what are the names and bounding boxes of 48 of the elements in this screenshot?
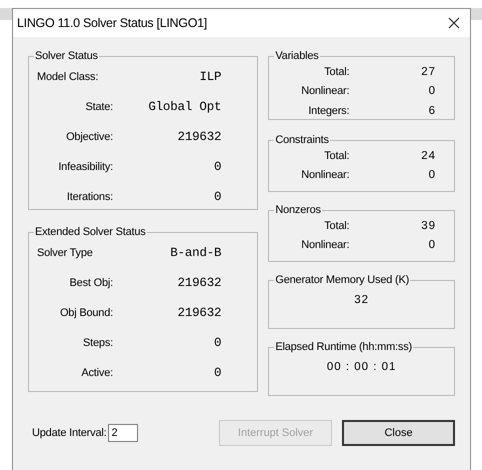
field-label: Nonlinear: bbox=[300, 169, 350, 182]
field-label: Infeasibility: bbox=[57, 161, 113, 173]
group-title: Elapsed Runtime (hh:mm:ss) bbox=[274, 341, 413, 353]
group-title: Nonzeros bbox=[274, 204, 322, 216]
field-value: 0 bbox=[428, 169, 436, 182]
field-label: Total: bbox=[323, 150, 350, 162]
field-value: 219632 bbox=[176, 130, 222, 144]
field-label: Steps: bbox=[82, 337, 113, 349]
field-value: 0 bbox=[428, 239, 436, 252]
field-value: 6 bbox=[428, 104, 436, 117]
field-value: ILP bbox=[198, 70, 222, 84]
group-title: Generator Memory Used (K) bbox=[274, 274, 410, 286]
close-icon[interactable] bbox=[448, 17, 460, 29]
field-label: Objective: bbox=[65, 131, 113, 143]
field-label: Integers: bbox=[307, 104, 350, 117]
field-value: 219632 bbox=[176, 276, 222, 290]
field-value: 219632 bbox=[176, 306, 222, 320]
dialog-button[interactable]: Close bbox=[342, 420, 455, 446]
field-value: 0 bbox=[213, 160, 222, 174]
field-value: 0 bbox=[213, 336, 222, 350]
field-value: 27 bbox=[420, 66, 436, 78]
field-value: 0 bbox=[213, 190, 222, 204]
field-value: B-and-B bbox=[169, 246, 222, 260]
field-label: Nonlinear: bbox=[300, 239, 350, 252]
field-value: 32 bbox=[353, 294, 370, 306]
group-title: Solver Status bbox=[34, 50, 99, 62]
interval-input[interactable]: 2 bbox=[108, 424, 138, 442]
field-label: Solver Type bbox=[36, 247, 94, 259]
field-value: 24 bbox=[420, 150, 436, 162]
field-label: Total: bbox=[323, 66, 350, 78]
field-value: 00 : 00 : 01 bbox=[326, 361, 398, 373]
field-value: 0 bbox=[213, 366, 222, 380]
window-title: LINGO 11.0 Solver Status [LINGO1] bbox=[17, 16, 207, 30]
field-label: Total: bbox=[323, 220, 350, 232]
field-value: 39 bbox=[420, 220, 436, 232]
group-title: Variables bbox=[274, 50, 320, 62]
field-label: Nonlinear: bbox=[300, 85, 350, 98]
field-label: Update Interval: bbox=[32, 427, 106, 439]
group-title: Constraints bbox=[274, 134, 330, 146]
field-label: Model Class: bbox=[36, 71, 100, 83]
field-value: 0 bbox=[428, 85, 436, 98]
field-label: State: bbox=[84, 101, 113, 113]
field-label: Active: bbox=[80, 367, 113, 379]
field-label: Iterations: bbox=[66, 191, 113, 203]
field-label: Obj Bound: bbox=[58, 307, 113, 319]
field-value: Global Opt bbox=[147, 100, 222, 114]
group-title: Extended Solver Status bbox=[34, 226, 147, 238]
field-label: Best Obj: bbox=[68, 277, 113, 289]
